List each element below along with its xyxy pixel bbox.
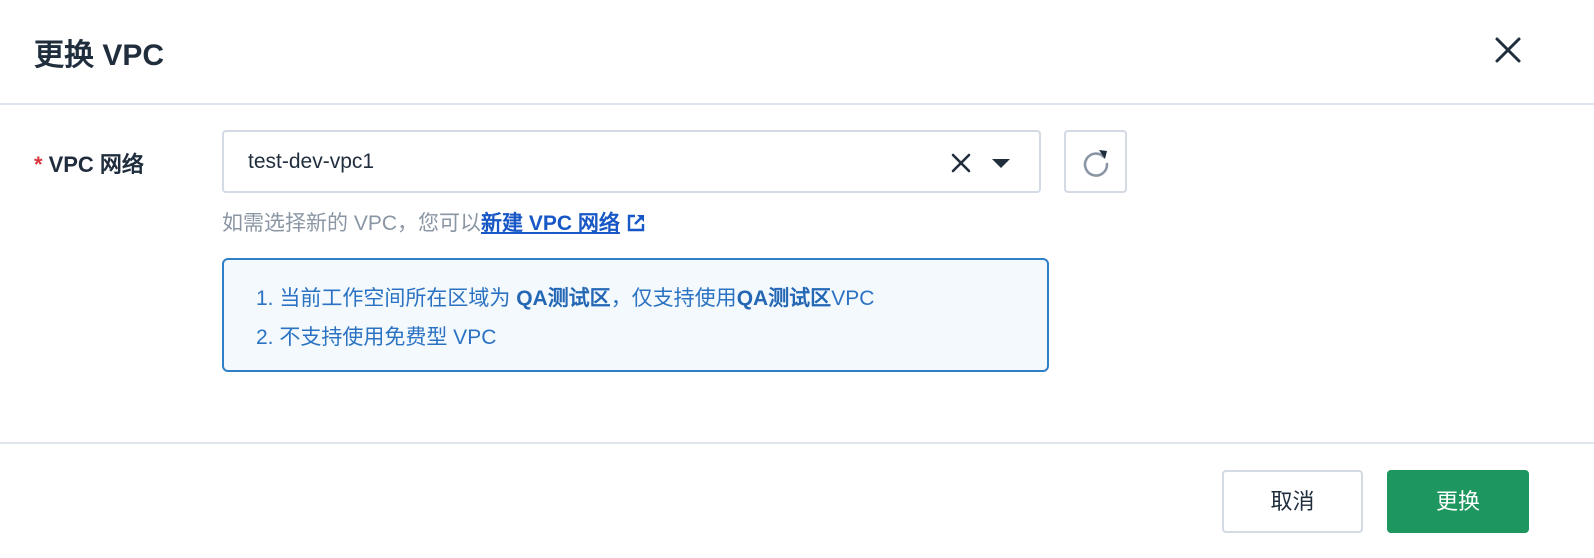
cancel-button[interactable]: 取消: [1222, 470, 1363, 533]
notice-line-1-middle: ，仅支持使用: [610, 287, 737, 310]
dialog-footer: 取消 更换: [0, 442, 1594, 558]
create-vpc-link[interactable]: 新建 VPC 网络: [481, 212, 620, 235]
external-link-icon[interactable]: [626, 213, 646, 239]
vpc-select-value: test-dev-vpc1: [248, 150, 375, 173]
dialog-body: * VPC 网络 test-dev-vpc1 如需选择新的 VPC，您可以新建 V…: [0, 105, 1594, 443]
confirm-button[interactable]: 更换: [1387, 470, 1529, 533]
vpc-label-text: VPC 网络: [48, 152, 144, 177]
notice-line-1-prefix: 1. 当前工作空间所在区域为: [256, 287, 517, 310]
notice-line-1: 1. 当前工作空间所在区域为 QA测试区，仅支持使用QA测试区VPC: [256, 282, 874, 312]
vpc-hint-text: 如需选择新的 VPC，您可以: [222, 212, 482, 235]
required-mark: *: [34, 152, 43, 177]
vpc-hint: 如需选择新的 VPC，您可以新建 VPC 网络: [222, 207, 646, 239]
notice-line-1-suffix: VPC: [831, 287, 875, 310]
clear-icon[interactable]: [949, 151, 973, 175]
chevron-down-icon[interactable]: [990, 152, 1012, 174]
dialog-header: 更换 VPC: [0, 0, 1594, 105]
refresh-button[interactable]: [1064, 130, 1127, 193]
region-notice: 1. 当前工作空间所在区域为 QA测试区，仅支持使用QA测试区VPC 2. 不支…: [222, 258, 1049, 372]
vpc-select[interactable]: test-dev-vpc1: [222, 130, 1041, 193]
dialog-title: 更换 VPC: [34, 39, 165, 72]
vpc-field-label: * VPC 网络: [34, 147, 144, 179]
notice-region-1: QA测试区: [516, 287, 611, 310]
notice-region-2: QA测试区: [736, 287, 832, 310]
refresh-icon: [1083, 150, 1109, 177]
close-icon[interactable]: [1490, 32, 1526, 68]
notice-line-2: 2. 不支持使用免费型 VPC: [256, 326, 497, 349]
